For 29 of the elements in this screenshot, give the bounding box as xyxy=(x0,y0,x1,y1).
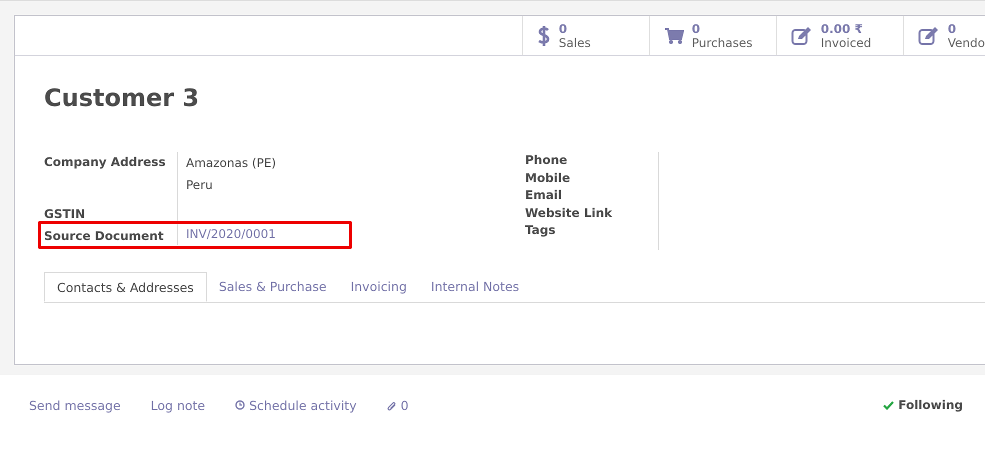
field-label: Source Document xyxy=(44,228,165,245)
field-label: Email xyxy=(525,187,564,204)
tab[interactable]: Sales & Purchase xyxy=(206,272,339,302)
cart-icon xyxy=(664,26,684,44)
log-note-link[interactable]: Log note xyxy=(150,398,206,412)
edit-icon xyxy=(918,26,940,46)
source-document-link[interactable]: INV/2020/0001 xyxy=(186,223,276,245)
field-label: Phone xyxy=(525,152,568,169)
edit-icon xyxy=(790,26,813,46)
field-label: Mobile xyxy=(525,170,572,186)
schedule-activity-link[interactable]: Schedule activity xyxy=(235,398,357,412)
field-label: GSTIN xyxy=(44,206,86,223)
record-title: Customer 3 xyxy=(44,83,200,114)
field-value: Amazonas (PE) xyxy=(186,155,276,172)
clock-icon xyxy=(235,400,246,410)
paperclip-icon xyxy=(386,400,397,410)
tab[interactable]: Invoicing xyxy=(338,272,419,302)
send-message-link[interactable]: Send message xyxy=(29,398,121,412)
check-icon xyxy=(883,400,894,410)
field-value: Peru xyxy=(186,177,214,194)
tab[interactable]: Contacts & Addresses xyxy=(44,272,207,302)
tab[interactable]: Internal Notes xyxy=(418,272,532,302)
field-label: Website Link xyxy=(525,204,614,222)
following-button[interactable]: Following xyxy=(877,397,969,413)
field-label: Tags xyxy=(525,222,556,239)
field-label: Company Address xyxy=(44,154,167,171)
stat-button[interactable]: 0 Vendo xyxy=(902,16,985,55)
attachments-button[interactable]: 0 xyxy=(386,398,409,412)
dollar-icon xyxy=(536,24,551,46)
